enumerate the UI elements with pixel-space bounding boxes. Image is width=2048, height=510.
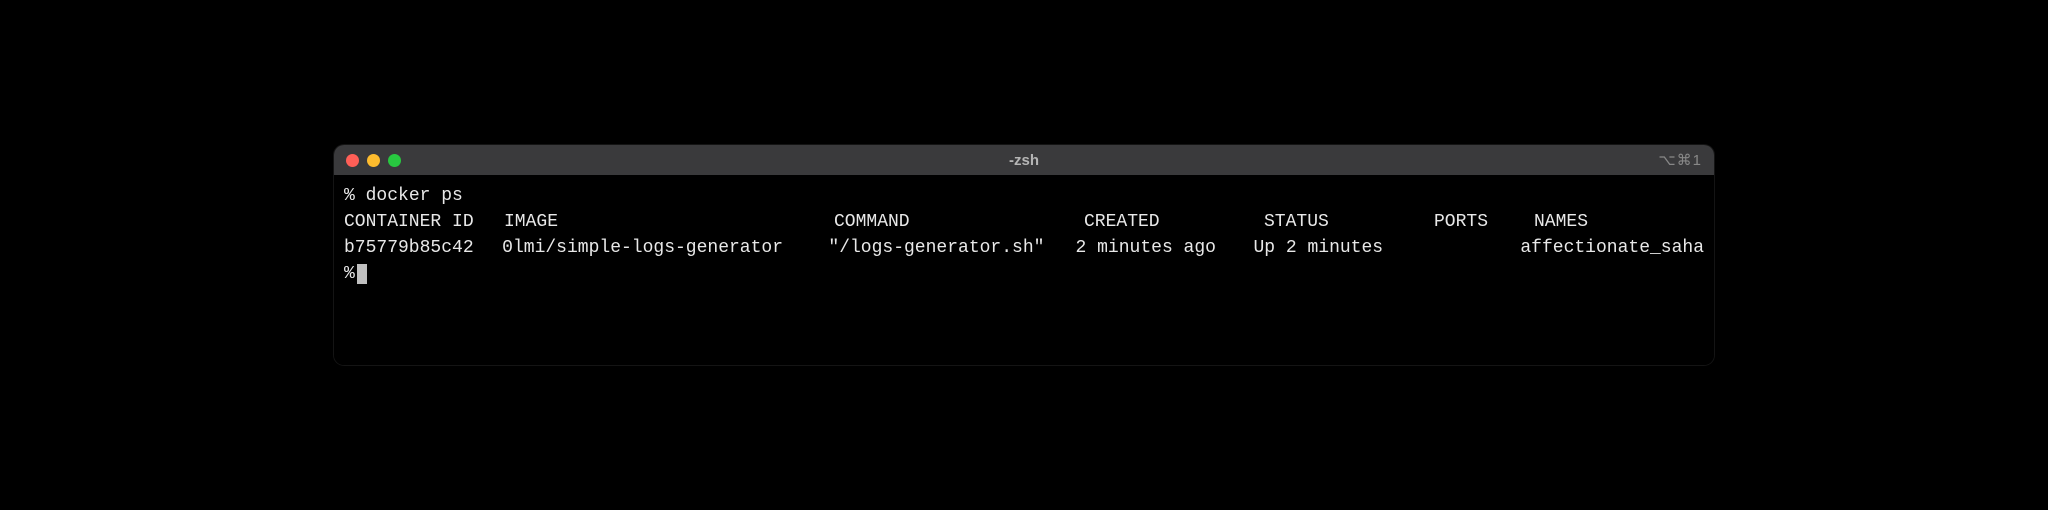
cursor-icon (357, 264, 367, 284)
cell-names: affectionate_saha (1520, 235, 1704, 261)
traffic-lights (346, 154, 401, 167)
cell-status: Up 2 minutes (1253, 235, 1421, 261)
table-row: b75779b85c42 0lmi/simple-logs-generator … (344, 235, 1704, 261)
close-icon[interactable] (346, 154, 359, 167)
prompt-line[interactable]: % (344, 261, 1704, 287)
header-container-id: CONTAINER ID (344, 209, 504, 235)
table-header-row: CONTAINER ID IMAGE COMMAND CREATED STATU… (344, 209, 1704, 235)
terminal-body[interactable]: % docker ps CONTAINER ID IMAGE COMMAND C… (334, 175, 1714, 365)
command-text: docker ps (366, 186, 463, 206)
cell-container-id: b75779b85c42 (344, 235, 502, 261)
header-status: STATUS (1264, 209, 1434, 235)
title-bar: -zsh ⌥⌘1 (334, 145, 1714, 175)
header-names: NAMES (1534, 209, 1704, 235)
pane-indicator: ⌥⌘1 (1658, 151, 1702, 169)
cell-image: 0lmi/simple-logs-generator (502, 235, 828, 261)
prompt-symbol: % (344, 261, 355, 287)
header-ports: PORTS (1434, 209, 1534, 235)
prompt-symbol: % (344, 186, 355, 206)
maximize-icon[interactable] (388, 154, 401, 167)
minimize-icon[interactable] (367, 154, 380, 167)
header-image: IMAGE (504, 209, 834, 235)
header-created: CREATED (1084, 209, 1264, 235)
cell-ports (1422, 235, 1521, 261)
window-title: -zsh (1009, 152, 1039, 169)
header-command: COMMAND (834, 209, 1084, 235)
cell-created: 2 minutes ago (1076, 235, 1254, 261)
command-line: % docker ps (344, 183, 1704, 209)
terminal-window: -zsh ⌥⌘1 % docker ps CONTAINER ID IMAGE … (334, 145, 1714, 365)
cell-command: "/logs-generator.sh" (828, 235, 1075, 261)
